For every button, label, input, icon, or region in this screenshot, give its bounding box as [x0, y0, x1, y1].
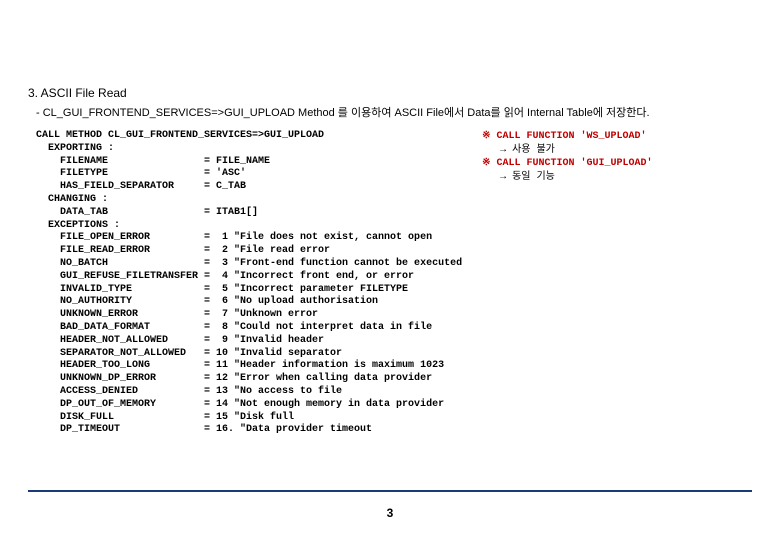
reference-mark-icon: ※	[482, 131, 496, 142]
content-area: 3. ASCII File Read - CL_GUI_FRONTEND_SER…	[0, 0, 780, 437]
section-description: - CL_GUI_FRONTEND_SERVICES=>GUI_UPLOAD M…	[36, 104, 752, 120]
code-row: CALL METHOD CL_GUI_FRONTEND_SERVICES=>GU…	[36, 130, 752, 437]
reference-mark-icon: ※	[482, 158, 496, 169]
abap-code-block: CALL METHOD CL_GUI_FRONTEND_SERVICES=>GU…	[36, 130, 462, 437]
slide-page: 3. ASCII File Read - CL_GUI_FRONTEND_SER…	[0, 0, 780, 540]
section-title: 3. ASCII File Read	[28, 86, 752, 100]
page-number: 3	[0, 506, 780, 520]
side-note: ※ CALL FUNCTION 'WS_UPLOAD' → 사용 불가 ※ CA…	[482, 130, 652, 184]
footer-divider	[28, 490, 752, 492]
